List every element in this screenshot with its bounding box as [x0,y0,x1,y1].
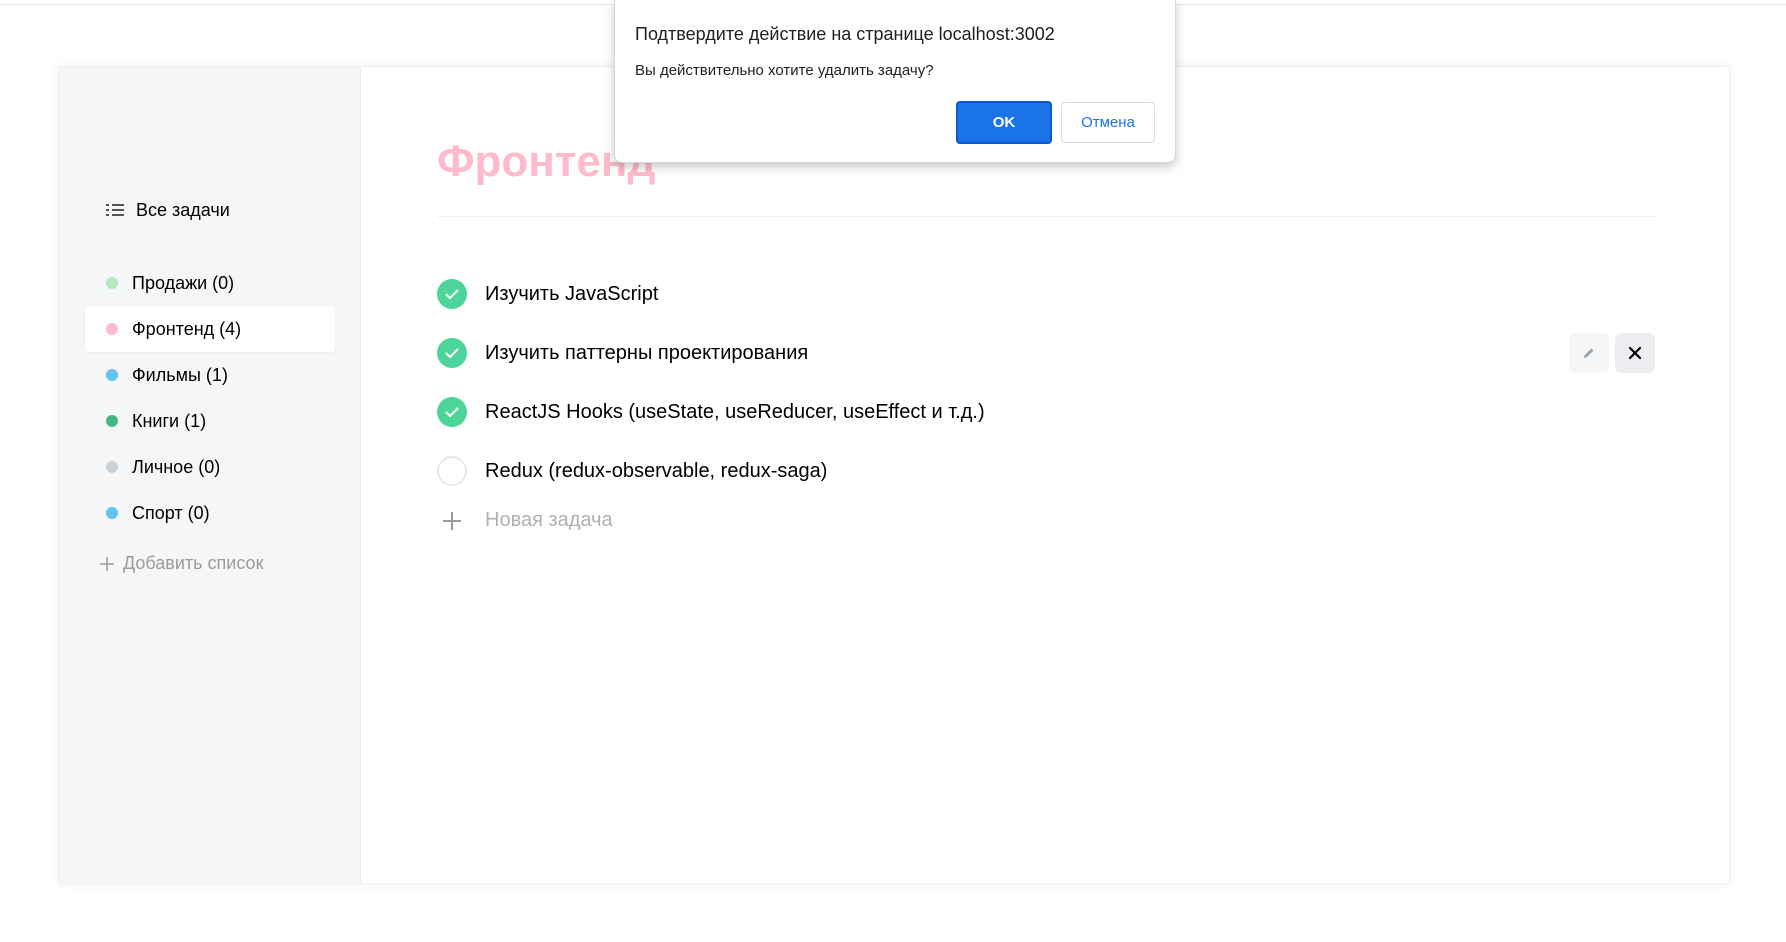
task-row: Изучить JavaScript [437,274,1655,314]
plus-icon [437,511,467,531]
add-list-label: Добавить список [123,553,264,573]
close-icon [1628,346,1642,360]
task-checkbox[interactable] [437,456,467,486]
sidebar-item-books[interactable]: Книги (1) [85,398,335,444]
title-divider [437,216,1655,217]
delete-task-button[interactable] [1615,333,1655,373]
task-row: Изучить паттерны проектирования [437,333,1655,373]
list-color-dot [106,461,118,473]
task-row: Redux (redux-observable, redux-saga) [437,451,1655,491]
sidebar-item-label: Все задачи [136,199,230,220]
list-icon [106,203,124,217]
add-task-label: Новая задача [485,509,613,531]
confirm-dialog: Подтвердите действие на странице localho… [614,0,1176,163]
sidebar-item-movies[interactable]: Фильмы (1) [85,352,335,398]
task-row: ReactJS Hooks (useState, useReducer, use… [437,392,1655,432]
task-checkbox[interactable] [437,338,467,368]
sidebar-item-label: Личное (0) [132,456,221,477]
pencil-icon [1584,348,1594,358]
sidebar-item-frontend[interactable]: Фронтенд (4) [85,306,335,352]
check-icon [445,407,459,417]
sidebar-item-all-tasks[interactable]: Все задачи [85,187,335,233]
list-color-dot [106,415,118,427]
sidebar-item-label: Продажи (0) [132,272,235,293]
sidebar-item-sales[interactable]: Продажи (0) [85,260,335,306]
sidebar: Все задачи Продажи (0) Фронтенд (4) Филь… [59,67,361,883]
task-text: ReactJS Hooks (useState, useReducer, use… [485,400,985,423]
plus-icon [100,556,114,571]
list-color-dot [106,323,118,335]
check-icon [445,348,459,358]
task-actions [1569,333,1655,373]
add-task-button[interactable]: Новая задача [437,509,613,532]
check-icon [445,289,459,299]
edit-task-button[interactable] [1569,333,1609,373]
task-checkbox[interactable] [437,397,467,427]
task-text: Redux (redux-observable, redux-saga) [485,459,828,482]
dialog-title: Подтвердите действие на странице localho… [635,24,1055,44]
list-color-dot [106,369,118,381]
dialog-message: Вы действительно хотите удалить задачу? [635,62,934,79]
list-color-dot [106,507,118,519]
task-text: Изучить паттерны проектирования [485,341,809,364]
task-text: Изучить JavaScript [485,282,659,305]
sidebar-item-personal[interactable]: Личное (0) [85,444,335,490]
sidebar-item-label: Фильмы (1) [132,364,228,385]
cancel-button[interactable]: Отмена [1061,102,1155,143]
add-list-button[interactable]: Добавить список [99,553,263,574]
sidebar-item-sport[interactable]: Спорт (0) [85,490,335,536]
sidebar-item-label: Спорт (0) [132,502,210,523]
tasks-panel: Фронтенд Изучить JavaScript Изучить патт… [361,67,1729,883]
todo-app: Все задачи Продажи (0) Фронтенд (4) Филь… [58,66,1730,884]
sidebar-item-label: Книги (1) [132,410,207,431]
sidebar-item-label: Фронтенд (4) [132,318,242,339]
task-checkbox[interactable] [437,279,467,309]
list-color-dot [106,277,118,289]
ok-button[interactable]: OK [956,101,1052,144]
